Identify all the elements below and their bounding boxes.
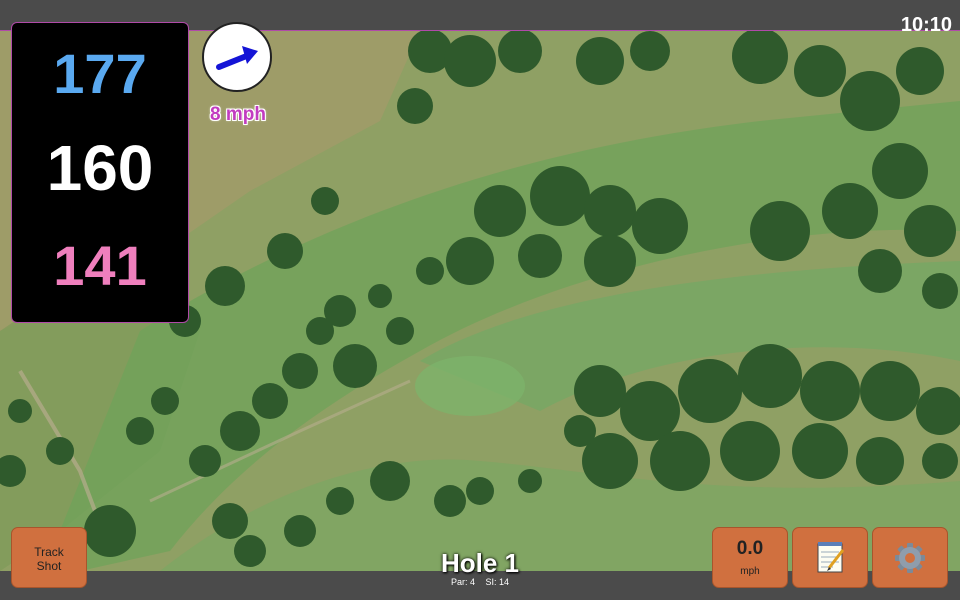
hole-meta: Par: 4 SI: 14: [380, 577, 580, 587]
settings-button[interactable]: [872, 527, 948, 588]
distance-to-back: 177: [53, 42, 147, 105]
track-shot-label-line2: Shot: [36, 559, 62, 573]
notepad-icon: [817, 542, 845, 573]
hole-title: Hole 1: [440, 548, 520, 578]
speed-value: 0.0: [736, 538, 764, 559]
notes-button[interactable]: [792, 527, 868, 588]
speed-button[interactable]: 0.0 mph: [712, 527, 788, 588]
wind-direction-indicator: [202, 22, 272, 92]
wind-speed-label: 8 mph: [210, 104, 266, 125]
status-clock: 10:10: [900, 14, 952, 36]
hole-stroke-index: SI: 14: [485, 577, 510, 587]
speed-unit: mph: [740, 566, 760, 577]
distance-to-front: 141: [53, 234, 147, 297]
wind-arrow-icon: [216, 46, 258, 70]
distance-to-center: 160: [46, 132, 154, 204]
yardage-panel: 177 160 141: [11, 22, 189, 323]
hole-par: Par: 4: [450, 577, 475, 587]
track-shot-button[interactable]: Track Shot: [11, 527, 87, 588]
track-shot-label-line1: Track: [34, 545, 64, 559]
gear-icon: [895, 543, 925, 573]
